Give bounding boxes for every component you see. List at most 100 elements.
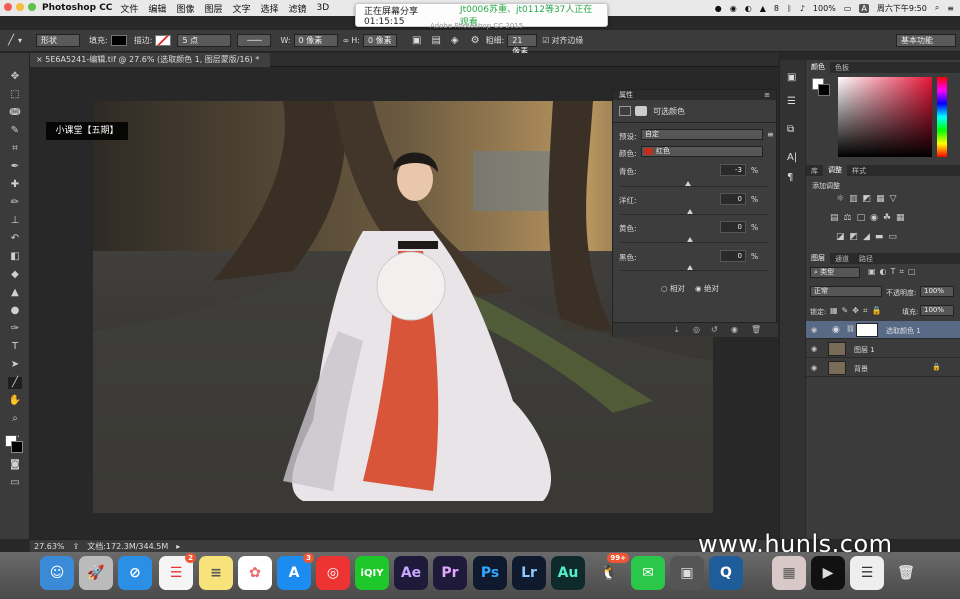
bluetooth-icon[interactable]: ᛒ	[787, 4, 792, 13]
pen-tool-icon[interactable]: ✑	[8, 323, 22, 335]
photoshop-icon[interactable]: Ps	[473, 556, 507, 590]
menu-image[interactable]: 图像	[176, 2, 194, 15]
type-tool-icon[interactable]: T	[8, 341, 22, 353]
screen-mode-icon[interactable]: ▭	[8, 477, 22, 489]
lock-icons[interactable]: ▦✎✥⌗🔒	[830, 306, 885, 316]
blur-tool-icon[interactable]: ▲	[8, 287, 22, 299]
eyedropper-tool-icon[interactable]: ✒	[8, 161, 22, 173]
layer-kind-filter[interactable]: ⌕ 类型	[810, 267, 860, 278]
notes-icon[interactable]: ≡	[199, 556, 233, 590]
hand-tool-icon[interactable]: ✋	[8, 395, 22, 407]
panel-menu-icon[interactable]: ≡	[764, 90, 770, 100]
layer-row[interactable]: ◉ 图层 1	[806, 340, 960, 358]
path-arrangement-icon[interactable]: ◈	[451, 35, 459, 46]
quicktime-icon[interactable]: Q	[709, 556, 743, 590]
mask-icon[interactable]	[635, 106, 647, 116]
status-menu-arrow-icon[interactable]: ▸	[176, 542, 180, 551]
move-tool-icon[interactable]: ✥	[8, 71, 22, 83]
menu-layer[interactable]: 图层	[204, 2, 222, 15]
cyan-slider-track[interactable]	[621, 186, 769, 187]
path-selection-tool-icon[interactable]: ➤	[8, 359, 22, 371]
weight-input[interactable]: 21 像素	[507, 34, 538, 56]
dodge-tool-icon[interactable]: ●	[8, 305, 22, 317]
marquee-tool-icon[interactable]: ⬚	[8, 89, 22, 101]
properties-panel-icon[interactable]: ☰	[787, 96, 796, 107]
input-source[interactable]: A	[859, 3, 869, 13]
safari-icon[interactable]: ⊘	[118, 556, 152, 590]
eye-icon[interactable]: ◉	[811, 326, 817, 334]
clone-stamp-tool-icon[interactable]: ⊥	[8, 215, 22, 227]
export-icon[interactable]: ⇪	[73, 542, 80, 551]
color-picker-field[interactable]	[838, 77, 932, 157]
quick-select-tool-icon[interactable]: ✎	[8, 125, 22, 137]
menu-filter[interactable]: 滤镜	[289, 2, 307, 15]
audition-icon[interactable]: Au	[551, 556, 585, 590]
lasso-tool-icon[interactable]: ↈ	[8, 107, 22, 119]
document-thumbnail-icon[interactable]: ▦	[772, 556, 806, 590]
tab-color[interactable]: 颜色	[806, 62, 830, 73]
preset-select[interactable]: 自定	[641, 129, 763, 140]
finder-icon[interactable]: ☺	[40, 556, 74, 590]
character-panel-icon[interactable]: A|	[787, 152, 797, 163]
color-panel-bg-swatch[interactable]	[818, 84, 830, 96]
eye-icon[interactable]: ◉	[811, 345, 817, 353]
tab-styles[interactable]: 样式	[847, 166, 871, 176]
document-tab[interactable]: × 5E6A5241-编辑.tif @ 27.6% (选取颜色 1, 图层蒙版/…	[30, 53, 270, 67]
tab-libraries[interactable]: 库	[806, 166, 823, 176]
lightroom-icon[interactable]: Lr	[512, 556, 546, 590]
eye-icon[interactable]: ◉	[811, 364, 817, 372]
after-effects-icon[interactable]: Ae	[394, 556, 428, 590]
actions-panel-icon[interactable]: ⧉	[787, 124, 794, 135]
link-icon[interactable]: ∞	[343, 36, 350, 45]
properties-panel-header[interactable]: 属性 ≡	[613, 90, 776, 100]
path-operations-icon[interactable]: ▣	[412, 35, 421, 46]
tool-preset-arrow-icon[interactable]: ▾	[18, 36, 22, 45]
fill-swatch[interactable]	[110, 35, 127, 46]
eye-icon[interactable]: ◐	[745, 4, 752, 13]
menu-type[interactable]: 文字	[232, 2, 250, 15]
view-previous-icon[interactable]: ◎	[693, 325, 700, 334]
app-name-menu[interactable]: Photoshop CC	[42, 3, 112, 13]
close-tab-icon[interactable]: ×	[36, 55, 45, 64]
layer-row[interactable]: ◉ 背景 🔒	[806, 359, 960, 377]
blend-mode-select[interactable]: 正常	[810, 286, 882, 297]
record-icon[interactable]: ◉	[730, 4, 737, 13]
clip-to-layer-icon[interactable]: ⤓	[675, 325, 679, 335]
height-input[interactable]: 0 像素	[362, 34, 397, 47]
menu-edit[interactable]: 编辑	[148, 2, 166, 15]
wechat-status-icon[interactable]: ▲	[760, 4, 766, 13]
stroke-swatch[interactable]	[155, 35, 172, 46]
black-slider-track[interactable]	[621, 270, 769, 271]
menu-list-icon[interactable]: ≡	[947, 4, 954, 13]
adjustment-icons-row-3[interactable]: ◪◩◢▬▭	[836, 232, 902, 242]
iqiyi-icon[interactable]: iQIY	[355, 556, 389, 590]
magenta-slider-track[interactable]	[621, 214, 769, 215]
photos-icon[interactable]: ✿	[238, 556, 272, 590]
premiere-icon[interactable]: Pr	[433, 556, 467, 590]
absolute-radio[interactable]: ◉ 绝对	[695, 283, 719, 294]
downloads-stack-icon[interactable]: ☰	[850, 556, 884, 590]
background-color-swatch[interactable]	[11, 441, 23, 453]
magenta-slider-thumb[interactable]	[687, 209, 693, 214]
menu-file[interactable]: 文件	[120, 2, 138, 15]
yellow-slider-track[interactable]	[621, 242, 769, 243]
fill-input[interactable]: 100%	[920, 305, 954, 316]
tab-layers[interactable]: 图层	[806, 253, 830, 264]
workspace-select[interactable]: 基本功能	[896, 34, 956, 47]
app-store-icon[interactable]: A3	[277, 553, 314, 590]
visibility-icon[interactable]: ◉	[731, 325, 738, 334]
bell-icon[interactable]: ●	[715, 4, 722, 13]
adjustment-icons-row-1[interactable]: ☼▥◩▦▽	[836, 194, 902, 204]
video-thumbnail-icon[interactable]: ▶	[811, 556, 845, 590]
paint-bucket-tool-icon[interactable]: ◆	[8, 269, 22, 281]
search-icon[interactable]: ⌕	[935, 3, 939, 13]
relative-radio[interactable]: ○ 相对	[661, 283, 685, 294]
reminders-icon[interactable]: ☰ 2	[159, 553, 196, 590]
tab-paths[interactable]: 路径	[854, 254, 878, 264]
layer-filter-icons[interactable]: ▣◐T⌗▢	[868, 267, 920, 277]
layer-row[interactable]: ◉ ◉ ⛓ 选取颜色 1	[806, 321, 960, 339]
color-select[interactable]: 红色	[641, 146, 763, 157]
minimize-window-button[interactable]	[16, 3, 24, 11]
align-edges-checkbox[interactable]: ☑	[542, 36, 549, 45]
line-tool-icon[interactable]: ╱	[8, 35, 14, 46]
